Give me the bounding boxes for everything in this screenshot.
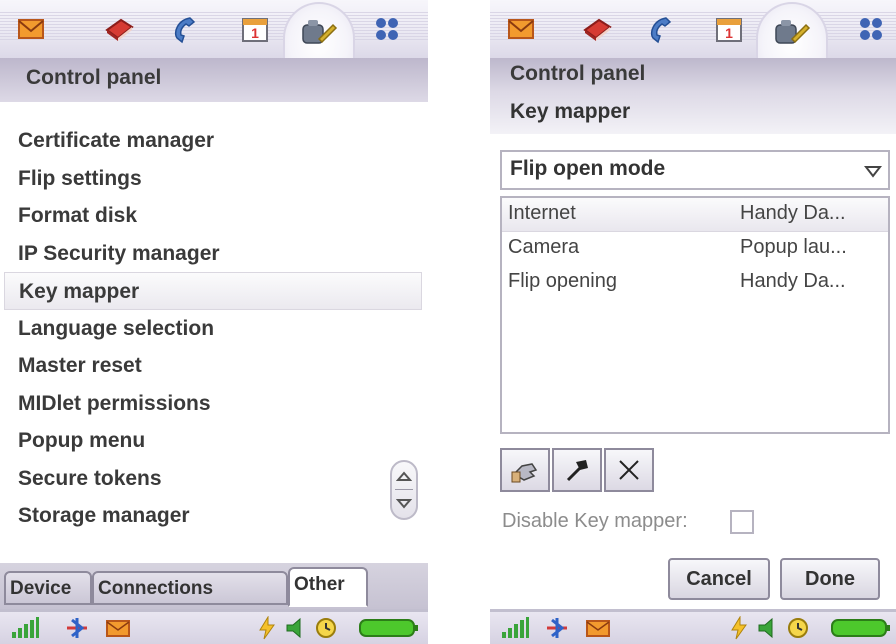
list-item-selected[interactable]: Key mapper <box>4 272 422 310</box>
book-icon[interactable] <box>582 14 612 44</box>
key-action: Handy Da... <box>740 270 846 292</box>
list-item[interactable]: Secure tokens <box>0 460 428 498</box>
charging-icon <box>728 616 750 640</box>
page-subtitle: Key mapper <box>510 100 631 123</box>
mode-select[interactable]: Flip open mode <box>500 150 890 190</box>
speaker-icon <box>756 616 780 640</box>
message-icon <box>106 616 130 640</box>
page-title: Control panel <box>26 66 162 89</box>
settings-list: Certificate manager Flip settings Format… <box>0 122 428 535</box>
scroll-control[interactable] <box>390 460 418 520</box>
bluetooth-icon <box>64 616 90 640</box>
list-item[interactable]: Master reset <box>0 347 428 385</box>
key-name: Internet <box>508 202 576 224</box>
list-item[interactable]: Format disk <box>0 197 428 235</box>
done-button[interactable]: Done <box>780 558 880 600</box>
scroll-up-icon[interactable] <box>392 462 416 490</box>
app-bar: 1 <box>490 0 896 60</box>
disable-key-mapper-checkbox[interactable] <box>730 510 754 534</box>
scroll-down-icon[interactable] <box>392 490 416 518</box>
phone-icon[interactable] <box>646 14 676 44</box>
signal-icon <box>500 616 530 640</box>
title-bar: Control panel <box>490 58 896 92</box>
battery-icon <box>358 616 420 640</box>
key-action: Popup lau... <box>740 236 847 258</box>
app-bar: 1 <box>0 0 428 60</box>
list-item[interactable]: MIDlet permissions <box>0 385 428 423</box>
status-bar <box>0 612 428 644</box>
list-item[interactable]: Certificate manager <box>0 122 428 160</box>
table-row[interactable]: Camera Popup lau... <box>502 232 888 266</box>
title-bar: Control panel <box>0 58 428 102</box>
message-icon <box>586 616 610 640</box>
signal-icon <box>10 616 40 640</box>
key-mapper-screen: 1 Control panel Key mapper Flip open mod… <box>490 0 896 644</box>
list-item[interactable]: Popup menu <box>0 422 428 460</box>
status-bar <box>490 612 896 644</box>
key-action: Handy Da... <box>740 202 846 224</box>
app-bar-stripes <box>490 12 896 42</box>
tab-bar: Device Connections Other <box>0 563 428 609</box>
calendar-day: 1 <box>725 25 733 41</box>
subtitle-bar: Key mapper <box>490 92 896 134</box>
bluetooth-icon <box>544 616 570 640</box>
mode-select-value: Flip open mode <box>510 157 666 180</box>
app-bar-stripes <box>0 12 428 42</box>
assign-key-button[interactable] <box>500 448 550 492</box>
table-row[interactable]: Internet Handy Da... <box>502 198 888 232</box>
calendar-icon[interactable]: 1 <box>714 14 744 44</box>
charging-icon <box>256 616 278 640</box>
key-name: Flip opening <box>508 270 617 292</box>
alarm-icon <box>784 616 812 640</box>
list-item[interactable]: IP Security manager <box>0 235 428 273</box>
control-panel-icon[interactable] <box>283 2 355 60</box>
calendar-icon[interactable]: 1 <box>240 14 270 44</box>
list-item[interactable]: Language selection <box>0 310 428 348</box>
edit-key-button[interactable] <box>552 448 602 492</box>
tab-other[interactable]: Other <box>288 567 368 607</box>
apps-grid-icon[interactable] <box>372 14 402 44</box>
list-item[interactable]: Flip settings <box>0 160 428 198</box>
disable-key-mapper-label: Disable Key mapper: <box>502 510 688 532</box>
envelope-icon[interactable] <box>506 14 536 44</box>
close-icon <box>619 460 639 480</box>
list-item[interactable]: Storage manager <box>0 497 428 535</box>
delete-key-button[interactable] <box>604 448 654 492</box>
key-name: Camera <box>508 236 580 258</box>
hand-icon <box>511 463 538 483</box>
control-panel-screen: 1 Control panel Certificate manager Flip… <box>0 0 428 644</box>
alarm-icon <box>312 616 340 640</box>
phone-icon[interactable] <box>170 14 200 44</box>
envelope-icon[interactable] <box>16 14 46 44</box>
chevron-down-icon <box>863 164 883 183</box>
tab-connections[interactable]: Connections <box>92 571 288 605</box>
hammer-icon <box>566 460 588 482</box>
speaker-icon <box>284 616 308 640</box>
key-mapping-list: Internet Handy Da... Camera Popup lau...… <box>500 196 890 434</box>
table-row[interactable]: Flip opening Handy Da... <box>502 266 888 300</box>
control-panel-icon[interactable] <box>756 2 828 60</box>
page-title: Control panel <box>510 62 646 85</box>
book-icon[interactable] <box>104 14 134 44</box>
apps-grid-icon[interactable] <box>856 14 886 44</box>
calendar-day: 1 <box>251 25 259 41</box>
battery-icon <box>830 616 892 640</box>
cancel-button[interactable]: Cancel <box>668 558 770 600</box>
tab-device[interactable]: Device <box>4 571 92 605</box>
